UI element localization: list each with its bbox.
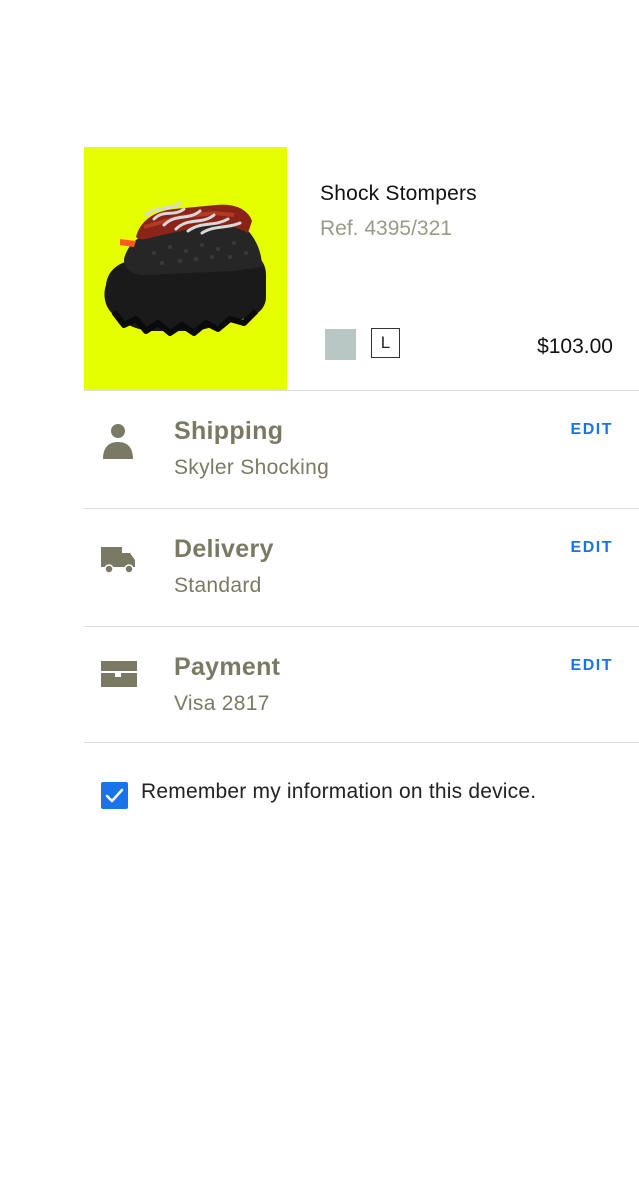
product-ref: Ref. 4395/321 [320, 217, 452, 240]
color-swatch[interactable] [325, 329, 356, 360]
payment-value: Visa 2817 [174, 692, 270, 715]
truck-icon [101, 547, 135, 574]
card-icon [101, 661, 137, 687]
delivery-value: Standard [174, 574, 262, 597]
shipping-edit-button[interactable]: EDIT [571, 421, 613, 439]
shipping-row: Shipping Skyler Shocking EDIT [84, 390, 639, 507]
shipping-title: Shipping [174, 417, 284, 445]
shoe-image [104, 201, 266, 336]
remember-label: Remember my information on this device. [141, 780, 537, 803]
product-image [84, 147, 287, 390]
delivery-title: Delivery [174, 535, 274, 563]
product-title: Shock Stompers [320, 182, 477, 205]
delivery-edit-button[interactable]: EDIT [571, 539, 613, 557]
payment-edit-button[interactable]: EDIT [571, 657, 613, 675]
product-price: $103.00 [537, 335, 613, 358]
shipping-value: Skyler Shocking [174, 456, 330, 479]
checkmark-icon [105, 788, 124, 803]
product-card: Shock Stompers Ref. 4395/321 L $103.00 [84, 147, 639, 390]
delivery-row: Delivery Standard EDIT [84, 508, 639, 625]
remember-checkbox[interactable] [101, 782, 128, 809]
payment-row: Payment Visa 2817 EDIT [84, 626, 639, 743]
size-swatch[interactable]: L [371, 328, 400, 358]
payment-title: Payment [174, 653, 281, 681]
person-icon [103, 424, 133, 459]
